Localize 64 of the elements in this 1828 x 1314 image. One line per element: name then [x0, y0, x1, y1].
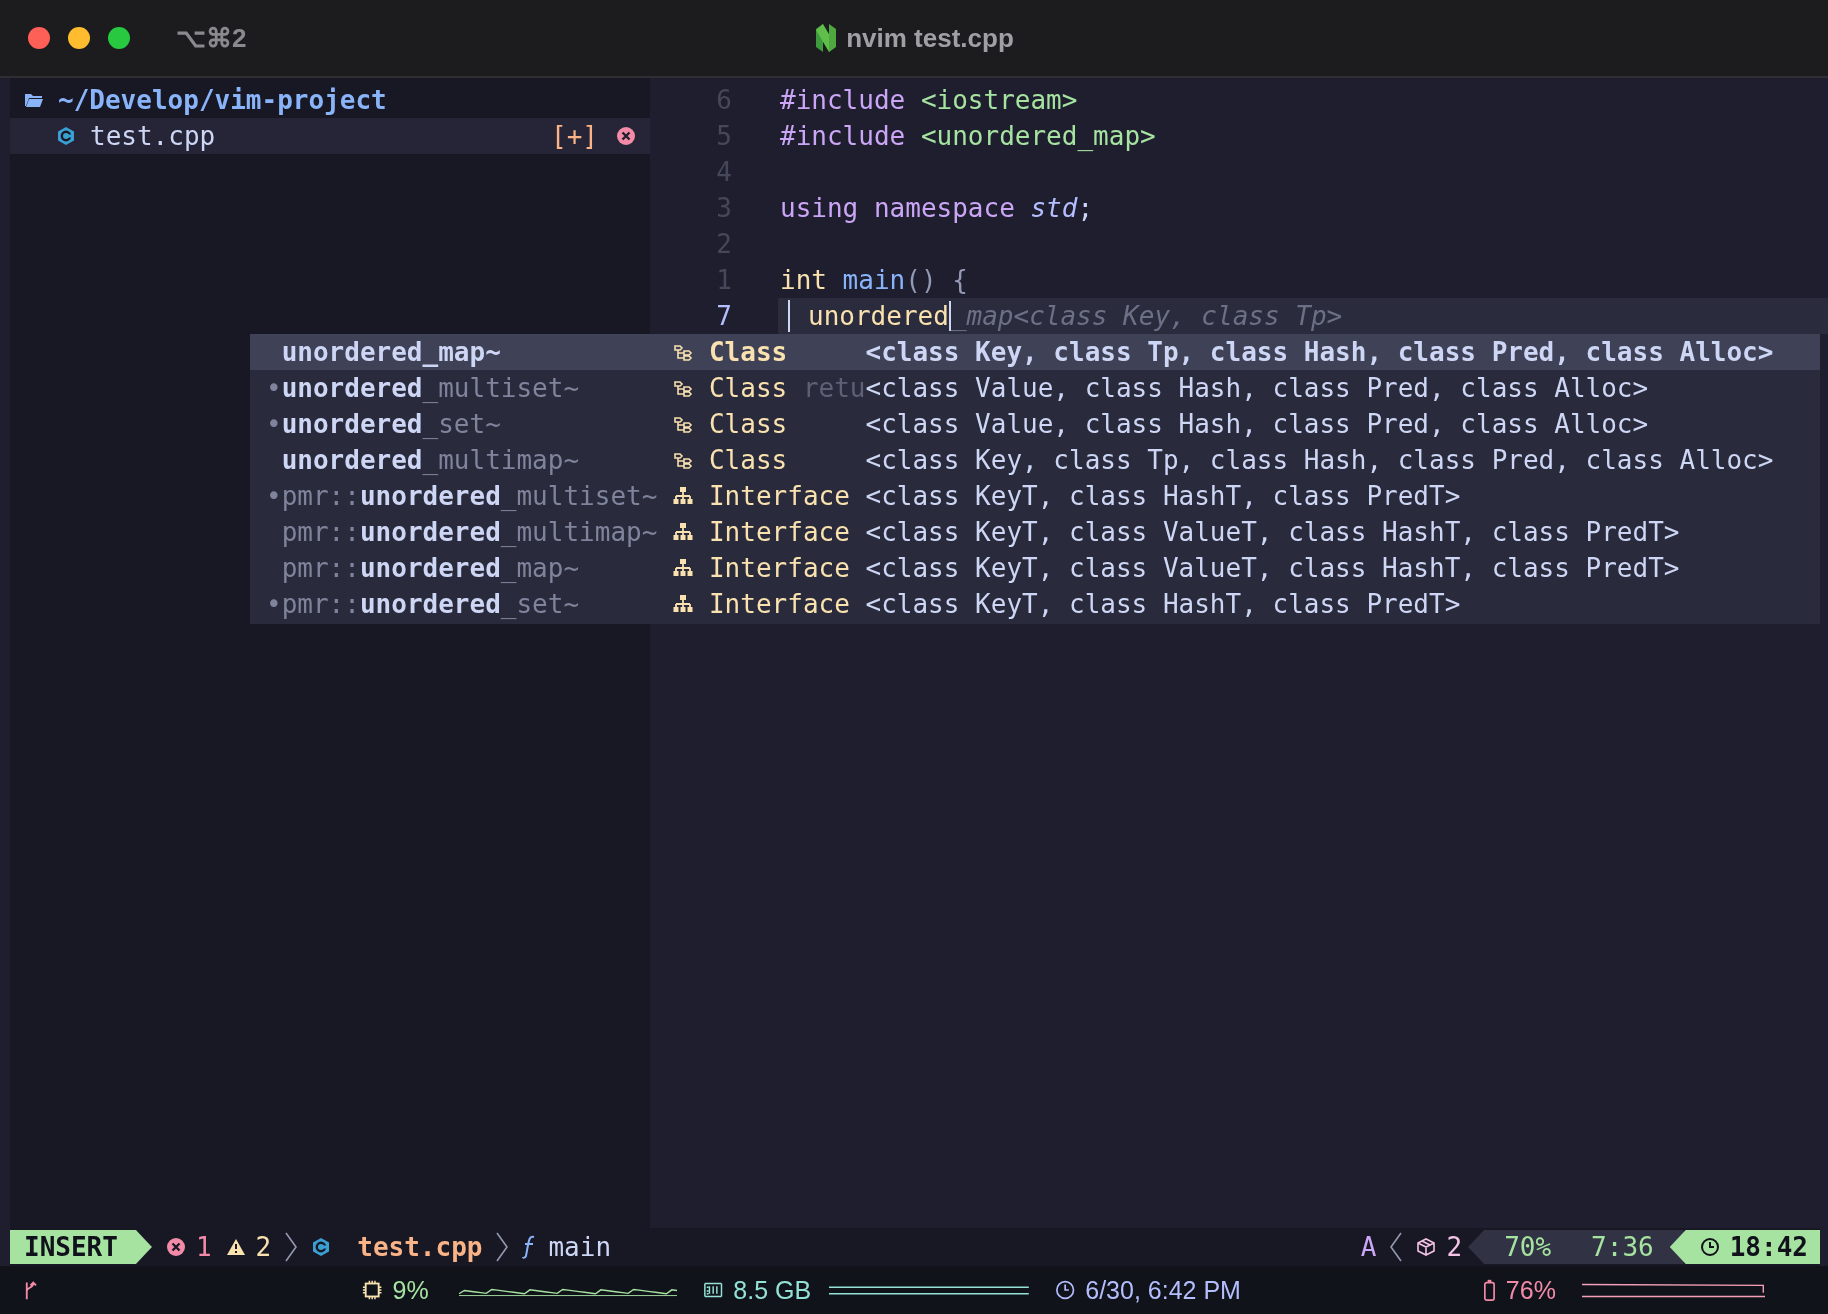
completion-item[interactable]: •unordered_multiset~ Class retu<class Value, class Hash, class Pred, class Alloc> — [250, 370, 1820, 406]
clock-icon — [1054, 1279, 1076, 1301]
app-logo-icon — [814, 24, 839, 52]
cpp-file-icon — [56, 126, 76, 146]
completion-item[interactable]: pmr::unordered_multimap~ Interface <class KeyT, class ValueT, class HashT, class PredT> — [250, 514, 1820, 550]
tab-shortcut: ⌥⌘2 — [176, 22, 247, 54]
mode-indicator: INSERT — [10, 1230, 152, 1264]
warning-count: 2 — [255, 1232, 272, 1262]
cpu-icon — [362, 1279, 383, 1301]
cursor-position: 7:36 — [1591, 1232, 1654, 1262]
separator-icon — [1390, 1232, 1403, 1262]
code-line: using namespace std; — [780, 193, 1094, 223]
code-line: #include <iostream> — [780, 85, 1078, 115]
class-icon — [672, 450, 693, 470]
completion-item[interactable]: unordered_multimap~ Class <class Key, class Tp, class Hash, class Pred, class Alloc> — [250, 442, 1820, 478]
battery-level: 76% — [1505, 1275, 1556, 1305]
cpp-file-icon — [311, 1237, 332, 1257]
text-cursor — [948, 301, 951, 331]
file-item[interactable]: test.cpp [+] — [10, 118, 650, 154]
branch-icon — [24, 1279, 37, 1301]
function-icon — [522, 1235, 537, 1259]
error-count: 1 — [195, 1232, 212, 1262]
format-indicator: A — [1360, 1232, 1377, 1262]
hierarchy-icon — [672, 558, 693, 578]
zoom-window-button[interactable] — [108, 27, 130, 49]
hierarchy-icon — [672, 522, 693, 542]
indent-guide — [788, 300, 790, 332]
line-number: 7 — [715, 301, 732, 331]
window-title: nvim test.cpp — [846, 22, 1014, 54]
completion-item[interactable]: pmr::unordered_map~ Interface <class KeyT, class ValueT, class HashT, class PredT> — [250, 550, 1820, 586]
battery-icon — [1482, 1278, 1496, 1302]
warning-icon — [225, 1238, 246, 1256]
hierarchy-icon — [672, 594, 693, 614]
code-line: unordered — [808, 301, 949, 331]
scroll-percent: 70% — [1504, 1232, 1552, 1262]
error-icon — [165, 1237, 186, 1257]
code-line: int main() { — [780, 265, 968, 295]
memory-usage: 8.5 GB — [733, 1275, 812, 1305]
breadcrumb-symbol[interactable]: main — [548, 1232, 612, 1262]
inline-suggestion: _map<class Key, class Tp> — [950, 301, 1343, 331]
class-icon — [672, 414, 693, 434]
folder-icon — [24, 92, 44, 108]
class-icon — [672, 342, 693, 362]
completion-item[interactable]: •pmr::unordered_set~ Interface <class KeyT, class HashT, class PredT> — [250, 586, 1820, 622]
completion-item[interactable]: unordered_map~ Class <class Key, class Tp, class Hash, class Pred, class Alloc> — [250, 334, 1820, 370]
completion-item[interactable]: •unordered_set~ Class <class Value, class Hash, class Pred, class Alloc> — [250, 406, 1820, 442]
hierarchy-icon — [672, 486, 693, 506]
minimize-window-button[interactable] — [68, 27, 90, 49]
close-window-button[interactable] — [28, 27, 50, 49]
clock-icon — [1699, 1237, 1720, 1257]
breadcrumb-separator-icon — [285, 1232, 298, 1262]
date-time: 6/30, 6:42 PM — [1085, 1275, 1241, 1305]
class-icon — [672, 378, 693, 398]
package-count: 2 — [1446, 1232, 1463, 1262]
breadcrumb-file[interactable]: test.cpp — [357, 1232, 483, 1262]
clock-time: 18:42 — [1729, 1232, 1808, 1262]
package-icon — [1416, 1237, 1437, 1257]
project-root[interactable]: ~/Develop/vim-project — [58, 85, 387, 115]
breadcrumb-separator-icon — [496, 1232, 509, 1262]
close-icon[interactable] — [616, 126, 636, 146]
completion-item[interactable]: •pmr::unordered_multiset~ Interface <class KeyT, class HashT, class PredT> — [250, 478, 1820, 514]
memory-icon — [702, 1280, 724, 1300]
cpu-usage: 9% — [392, 1275, 429, 1305]
code-line: #include <unordered_map> — [780, 121, 1156, 151]
